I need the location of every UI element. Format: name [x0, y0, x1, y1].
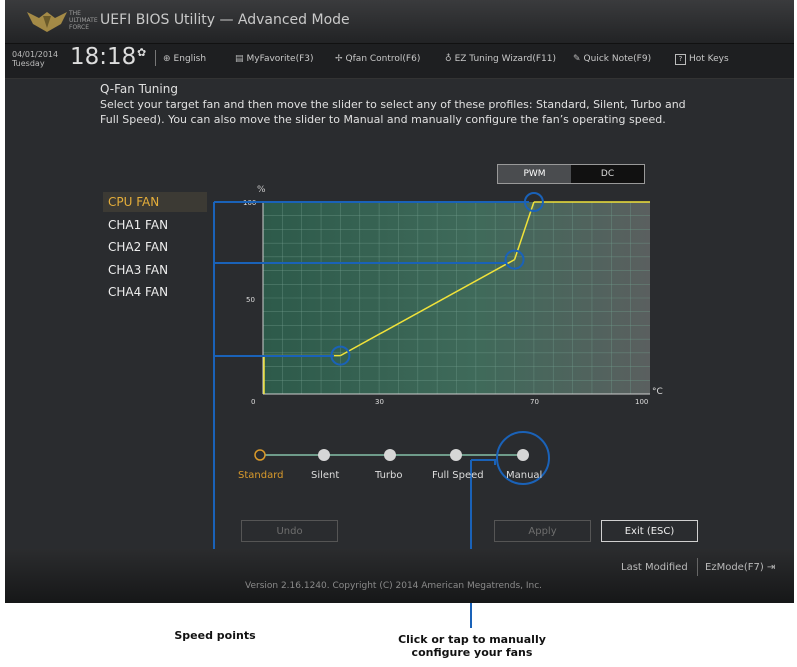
profile-dot-manual[interactable]: [517, 449, 529, 461]
exit-button[interactable]: Exit (ESC): [601, 520, 698, 542]
ez-mode-label: EzMode(F7): [705, 562, 764, 573]
speed-points-callout: Speed points: [174, 629, 256, 642]
profile-full-speed[interactable]: Full Speed: [432, 470, 484, 481]
profile-turbo[interactable]: Turbo: [375, 470, 403, 481]
profile-manual[interactable]: Manual: [506, 470, 542, 481]
profile-standard[interactable]: Standard: [238, 470, 284, 481]
version-text: Version 2.16.1240. Copyright (C) 2014 Am…: [245, 581, 543, 591]
exit-arrow-icon: ⇥: [763, 562, 776, 573]
ez-mode-button[interactable]: EzMode(F7) ⇥: [705, 562, 775, 573]
profile-dot-silent[interactable]: [318, 449, 330, 461]
footer-divider: [697, 558, 698, 576]
manual-callout: Click or tap to manually configure your …: [398, 633, 546, 659]
profile-dot-turbo[interactable]: [384, 449, 396, 461]
undo-button[interactable]: Undo: [241, 520, 338, 542]
last-modified-button[interactable]: Last Modified: [621, 562, 688, 573]
profile-slider-knob[interactable]: [254, 449, 266, 461]
profile-dot-full-speed[interactable]: [450, 449, 462, 461]
apply-button[interactable]: Apply: [494, 520, 591, 542]
plot-grid: [263, 202, 650, 394]
profile-silent[interactable]: Silent: [311, 470, 339, 481]
footer-bar: [5, 549, 794, 603]
